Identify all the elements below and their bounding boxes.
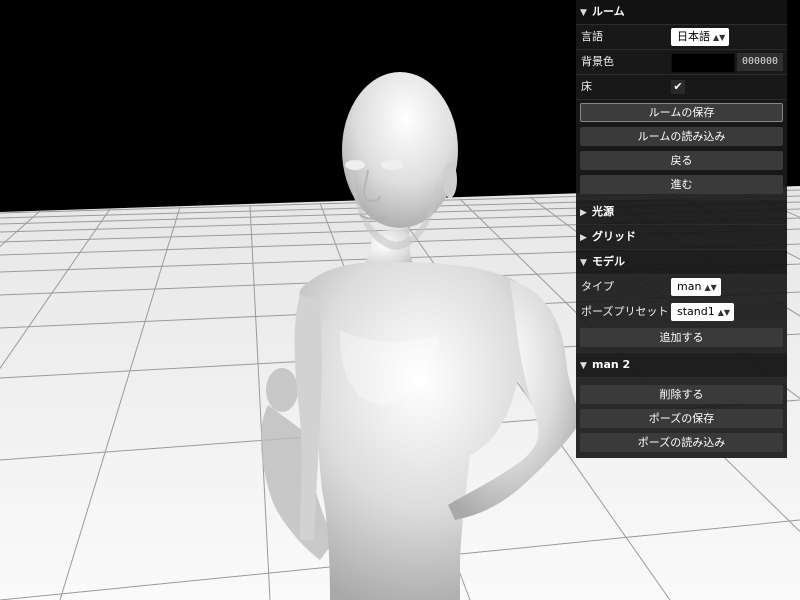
load-pose-button[interactable]: ポーズの読み込み: [580, 433, 783, 452]
bgcolor-row: 背景色 000000: [576, 50, 787, 75]
save-room-button[interactable]: ルームの保存: [580, 103, 783, 122]
add-model-button[interactable]: 追加する: [580, 328, 783, 347]
delete-model-button[interactable]: 削除する: [580, 385, 783, 404]
folder-room-title[interactable]: ▼ ルーム: [576, 0, 787, 25]
folder-man2-title[interactable]: ▼ man 2: [576, 353, 787, 378]
bgcolor-hex-input[interactable]: 000000: [737, 53, 783, 71]
save-room-row: ルームの保存: [576, 100, 787, 124]
add-model-row: 追加する: [576, 325, 787, 349]
undo-button[interactable]: 戻る: [580, 151, 783, 170]
select-arrows-icon: ▲▼: [717, 308, 731, 317]
model-type-select[interactable]: man ▲▼: [671, 278, 721, 296]
control-panel: ▼ ルーム 言語 日本語 ▲▼ 背景色 000000 床 ✔ ルームの保存 ルームの…: [576, 0, 787, 458]
floor-checkbox[interactable]: ✔: [671, 80, 685, 94]
pose-preset-label: ポーズプリセット: [581, 305, 669, 318]
delete-model-row: 削除する: [576, 382, 787, 406]
chevron-down-icon: ▼: [580, 361, 587, 371]
model-eye-right: [381, 160, 403, 170]
chevron-right-icon: ▶: [580, 233, 587, 243]
load-room-row: ルームの読み込み: [576, 124, 787, 148]
floor-label: 床: [581, 80, 592, 93]
bgcolor-label: 背景色: [581, 55, 614, 68]
language-select[interactable]: 日本語 ▲▼: [671, 28, 730, 46]
model-ear: [443, 162, 457, 198]
chevron-down-icon: ▼: [580, 8, 587, 18]
undo-row: 戻る: [576, 148, 787, 172]
select-arrows-icon: ▲▼: [713, 33, 726, 42]
load-room-button[interactable]: ルームの読み込み: [580, 127, 783, 146]
chevron-right-icon: ▶: [580, 208, 587, 218]
pose-preset-row: ポーズプリセット stand1 ▲▼: [576, 300, 787, 325]
model-eye-left: [345, 160, 365, 170]
language-row: 言語 日本語 ▲▼: [576, 25, 787, 50]
folder-model-title[interactable]: ▼ モデル: [576, 250, 787, 275]
save-pose-row: ポーズの保存: [576, 406, 787, 430]
redo-row: 進む: [576, 172, 787, 196]
bgcolor-swatch[interactable]: [671, 53, 735, 73]
pose-preset-select[interactable]: stand1 ▲▼: [671, 303, 735, 321]
chevron-down-icon: ▼: [580, 258, 587, 268]
model-type-label: タイプ: [581, 280, 614, 293]
load-pose-row: ポーズの読み込み: [576, 430, 787, 454]
folder-grid-title[interactable]: ▶ グリッド: [576, 225, 787, 250]
folder-light-title[interactable]: ▶ 光源: [576, 200, 787, 225]
model-type-row: タイプ man ▲▼: [576, 275, 787, 300]
language-label: 言語: [581, 30, 603, 43]
floor-row: 床 ✔: [576, 75, 787, 100]
redo-button[interactable]: 進む: [580, 175, 783, 194]
save-pose-button[interactable]: ポーズの保存: [580, 409, 783, 428]
select-arrows-icon: ▲▼: [704, 283, 717, 292]
